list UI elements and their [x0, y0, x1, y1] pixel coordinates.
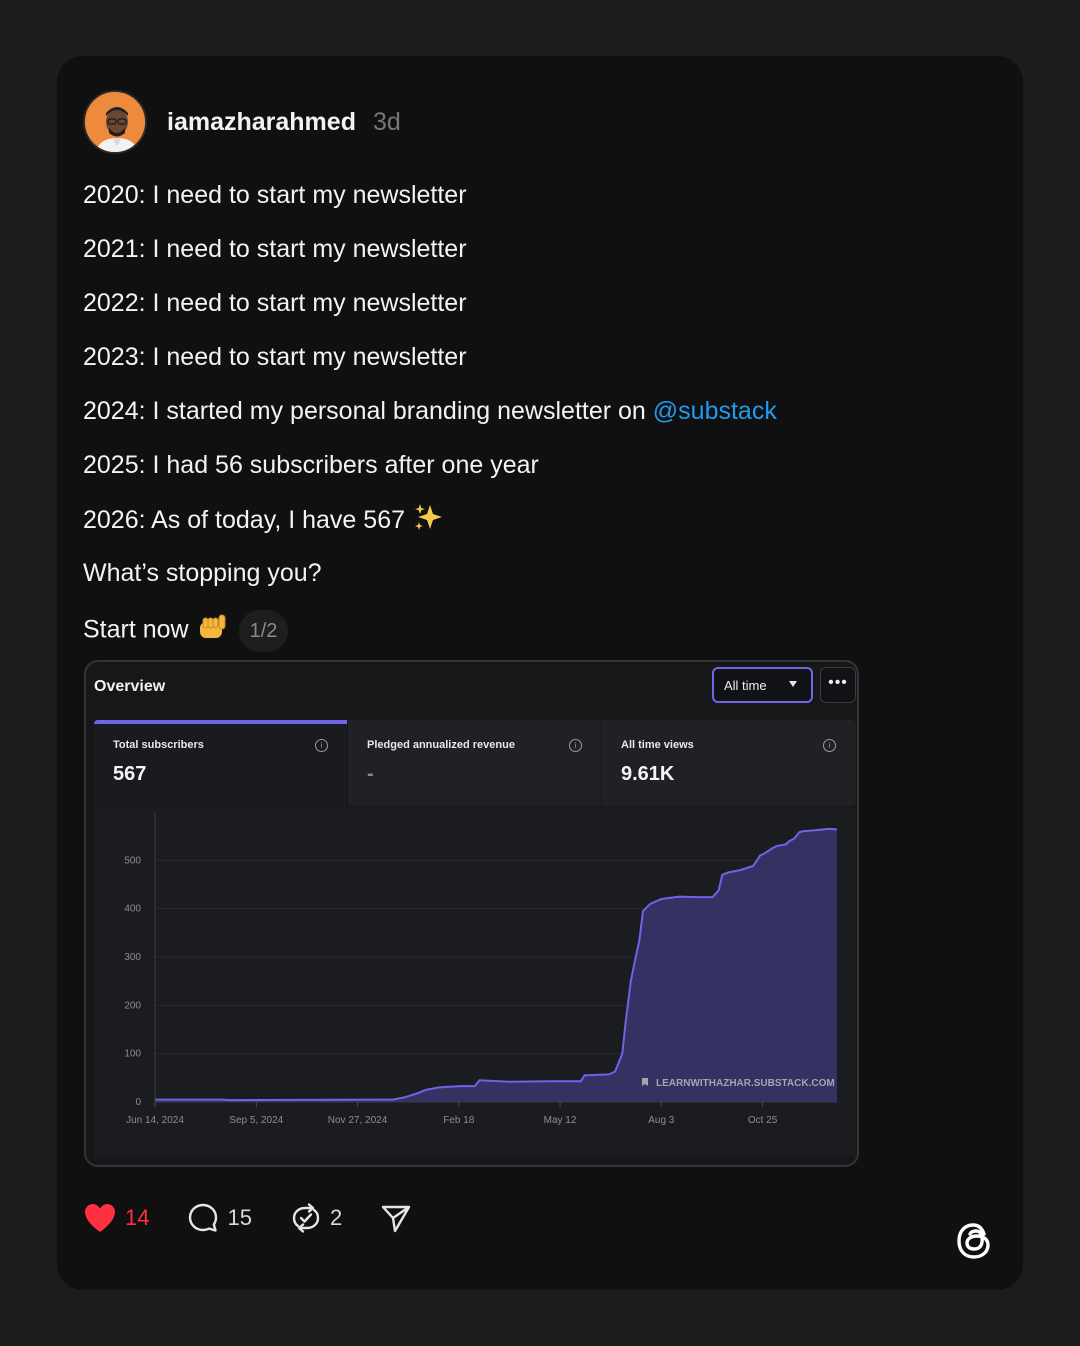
x-tick-label: Sep 5, 2024 — [229, 1115, 283, 1126]
avatar[interactable] — [83, 90, 147, 154]
stat-all-time-views[interactable]: All time views 9.61K i — [602, 720, 855, 806]
post-line-2024-text: 2024: I started my personal branding new… — [83, 397, 653, 425]
y-tick-label: 500 — [124, 855, 141, 866]
chart-svg: 0 100 200 300 400 500 Jun 14, 2024 Sep 5, 2024… — [124, 812, 838, 1126]
post-line-2026-text: 2026: As of today, I have 567 — [83, 506, 405, 535]
post-line-cta-text: Start now — [83, 615, 189, 644]
username[interactable]: iamazharahmed — [167, 108, 356, 137]
y-tick-label: 200 — [124, 1000, 141, 1011]
post-line-cta: Start now 1/2 — [83, 610, 777, 664]
stat-value: - — [367, 763, 374, 785]
caret-down-icon — [789, 681, 797, 687]
post-header: iamazharahmed 3d — [83, 90, 401, 154]
stat-value: 9.61K — [621, 763, 675, 785]
substack-overview-screenshot[interactable]: Overview All time ••• Total subscribers … — [84, 660, 859, 1167]
repost-icon — [292, 1203, 320, 1233]
x-tick-label: May 12 — [544, 1115, 577, 1126]
stat-value: 567 — [113, 763, 147, 785]
subscribers-chart[interactable]: 0 100 200 300 400 500 Jun 14, 2024 Sep 5, 2024… — [94, 807, 856, 1157]
y-tick-label: 400 — [124, 904, 141, 915]
info-icon[interactable]: i — [823, 739, 836, 752]
x-tick-label: Aug 3 — [648, 1115, 675, 1126]
stat-label: Pledged annualized revenue — [367, 739, 515, 751]
info-icon[interactable]: i — [315, 739, 328, 752]
sparkles-icon — [413, 502, 443, 541]
post-line-2026: 2026: As of today, I have 567 — [83, 502, 777, 556]
overview-title: Overview — [94, 678, 166, 695]
y-tick-label: 300 — [124, 952, 141, 963]
stat-label: All time views — [621, 739, 694, 751]
post-line-question: What’s stopping you? — [83, 559, 322, 587]
pointing-hand-icon — [197, 612, 229, 651]
x-tick-label: Feb 18 — [443, 1115, 475, 1126]
x-tick-label: Jun 14, 2024 — [126, 1115, 184, 1126]
share-button[interactable] — [380, 1202, 412, 1234]
more-options-button[interactable]: ••• — [820, 667, 856, 703]
media-page-counter: 1/2 — [238, 610, 289, 652]
area-fill — [155, 828, 837, 1102]
post-line-2020: 2020: I need to start my newsletter — [83, 181, 467, 209]
watermark: LEARNWITHAZHAR.SUBSTACK.COM — [642, 1078, 835, 1089]
stat-label: Total subscribers — [113, 739, 204, 751]
reply-count: 15 — [227, 1205, 252, 1230]
repost-button[interactable]: 2 — [290, 1202, 342, 1234]
post-line-2022: 2022: I need to start my newsletter — [83, 289, 467, 317]
threads-logo-icon — [953, 1220, 995, 1262]
info-icon[interactable]: i — [569, 739, 582, 752]
post-line-2025: 2025: I had 56 subscribers after one yea… — [83, 451, 539, 479]
reply-button[interactable]: 15 — [187, 1202, 252, 1234]
stat-pledged-revenue[interactable]: Pledged annualized revenue - i — [348, 720, 601, 806]
time-range-value: All time — [724, 677, 767, 693]
substack-mention-link[interactable]: @substack — [653, 397, 777, 425]
post-actions: 14 15 2 — [83, 1200, 450, 1236]
post-card: iamazharahmed 3d 2020: I need to start m… — [57, 56, 1023, 1290]
post-timestamp: 3d — [372, 107, 401, 136]
post-line-2021: 2021: I need to start my newsletter — [83, 235, 467, 263]
y-tick-label: 100 — [124, 1049, 141, 1060]
avatar-image — [85, 92, 145, 152]
time-range-select[interactable]: All time — [712, 667, 813, 703]
x-tick-label: Oct 25 — [748, 1115, 778, 1126]
comment-icon — [189, 1203, 218, 1232]
x-tick-label: Nov 27, 2024 — [328, 1115, 388, 1126]
repost-count: 2 — [329, 1205, 343, 1230]
like-count: 14 — [125, 1205, 150, 1230]
y-tick-label: 0 — [135, 1097, 141, 1108]
like-button[interactable]: 14 — [83, 1202, 149, 1234]
send-icon — [382, 1205, 411, 1233]
active-tab-indicator — [94, 720, 347, 724]
watermark-text: LEARNWITHAZHAR.SUBSTACK.COM — [656, 1078, 835, 1089]
stats-row: Total subscribers 567 i Pledged annualiz… — [94, 720, 856, 806]
post-line-2023: 2023: I need to start my newsletter — [83, 343, 467, 371]
post-text: 2020: I need to start my newsletter 2021… — [83, 178, 777, 664]
stat-total-subscribers[interactable]: Total subscribers 567 i — [94, 720, 347, 806]
post-line-2024: 2024: I started my personal branding new… — [83, 394, 777, 448]
heart-icon — [85, 1204, 115, 1232]
